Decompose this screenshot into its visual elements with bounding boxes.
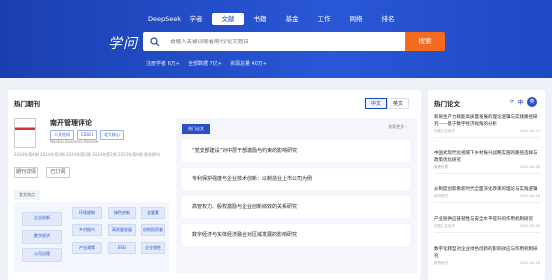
lang-en-button[interactable]: 英文 [387, 98, 409, 109]
journal-issues[interactable]: 2024年第4期 2024年第3期 2024年第2期 2024年第1期 2023… [14, 152, 160, 158]
journal-lang-toggle: 中文 英文 [365, 98, 409, 109]
nav-funds[interactable]: 基金 [276, 13, 308, 25]
search-input[interactable] [170, 38, 370, 45]
top-nav: DeepSeek 学者 文献 书籍 基金 工作 网络 排名 [148, 13, 404, 25]
paper-source: 财贸经济 [434, 261, 448, 265]
paper-date: 2024-03-30 [519, 224, 540, 228]
search-button[interactable]: 搜索 [405, 32, 445, 51]
paper-lang-toggle: ⟳ 中 英 [510, 97, 537, 107]
hot-paper-item[interactable]: 中国式现代化视域下乡村振兴战略实施的路径选择与政策优化研究 管理世界 2024-0… [434, 150, 540, 174]
nav-scholars[interactable]: 学者 [180, 13, 212, 25]
paper-title[interactable]: 从制度创新看新时代全面深化改革的理论与实践逻辑 [434, 186, 540, 193]
paper-title[interactable]: 中国式现代化视域下乡村振兴战略实施的路径选择与政策优化研究 [434, 150, 540, 164]
search-box [143, 32, 405, 51]
featured-paper-item[interactable]: 高管权力、股权激励与企业创新绩效的关系研究 [182, 196, 410, 218]
topic-tag[interactable]: 数字经济 [22, 230, 62, 244]
paper-date: 2024-03-18 [519, 261, 540, 265]
topic-tag[interactable]: 全要素 [141, 207, 165, 219]
hot-journals-title: 热门期刊 [14, 100, 40, 108]
divider [434, 232, 540, 233]
topic-tag[interactable]: 绿色创新 [108, 207, 136, 219]
hot-papers-panel: 热门论文 ⟳ 中 英 新质生产力赋能高质量发展的理论逻辑与实践路径研究——基于数… [428, 90, 545, 280]
topic-grid: 企业创新 数字经济 公司治理 环境规制 乡村振兴 产业政策 绿色创新 高质量发展… [14, 202, 169, 272]
paper-date: 2024-05-12 [519, 129, 540, 133]
hot-paper-item[interactable]: 数字化转型对企业绿色创新的影响效应与作用机制研究 财贸经济 2024-03-18 [434, 246, 540, 266]
site-logo[interactable]: 学问 [108, 33, 138, 53]
nav-books[interactable]: 书籍 [244, 13, 276, 25]
topic-tag[interactable]: ESG [108, 242, 136, 254]
paper-title[interactable]: 新质生产力赋能高质量发展的理论逻辑与实践路径研究——基于数字经济视角的分析 [434, 114, 540, 128]
paper-date: 2024-04-16 [519, 194, 540, 198]
paper-title[interactable]: 数字化转型对企业绿色创新的影响效应与作用机制研究 [434, 246, 540, 260]
journal-name[interactable]: 南开管理评论 [50, 118, 92, 128]
paper-source: 经济研究 [434, 194, 448, 198]
hot-topics-label: 发文热点 [14, 190, 40, 200]
nav-jobs[interactable]: 工作 [308, 13, 340, 25]
featured-papers: 热门论文 查看更多 › “党支部建设”对中层干部激励与约束的影响研究 专利保护强… [176, 118, 417, 273]
hot-papers-title: 热门论文 [434, 100, 460, 108]
refresh-icon[interactable]: ⟳ [510, 99, 514, 105]
topic-tag[interactable]: 产业政策 [72, 242, 102, 254]
lang-en-button[interactable]: 英 [527, 97, 537, 107]
divider [434, 173, 540, 174]
nav-deepseek[interactable]: DeepSeek [148, 13, 181, 25]
stat-resources: 资源总量 40万+ [229, 61, 268, 67]
featured-paper-item[interactable]: 专利保护强度与企业技术创新：以制造业上市公司为例 [182, 168, 410, 190]
journal-tag: 北大核心 [99, 130, 124, 140]
lang-zh-button[interactable]: 中文 [365, 98, 387, 109]
topic-tag[interactable]: 环境规制 [72, 207, 102, 219]
topic-tag[interactable]: 公司治理 [22, 248, 62, 262]
search-icon [150, 36, 160, 46]
journal-cover[interactable] [14, 118, 36, 148]
hot-paper-item[interactable]: 产业链供应链韧性与安全水平提升的作用机制研究 中国工业经济 2024-03-30 [434, 216, 540, 233]
topic-tag[interactable]: 乡村振兴 [72, 224, 102, 236]
journal-actions: 期刊详情 已订阅 [14, 167, 70, 178]
topic-tag[interactable]: 企业韧性 [141, 242, 165, 254]
paper-source: 中国工业经济 [434, 129, 455, 133]
journal-detail-button[interactable]: 期刊详情 [14, 167, 38, 178]
paper-title[interactable]: 产业链供应链韧性与安全水平提升的作用机制研究 [434, 216, 540, 223]
lang-zh-button[interactable]: 中 [518, 99, 523, 106]
topic-tag[interactable]: 企业创新 [22, 212, 62, 226]
view-more-link[interactable]: 查看更多 › [388, 124, 407, 130]
site-stats: 注册学者 6万+ 全部数据 7亿+ 资源总量 40万+ [146, 60, 267, 67]
hot-paper-item[interactable]: 从制度创新看新时代全面深化改革的理论与实践逻辑 经济研究 2024-04-16 [434, 186, 540, 203]
paper-source: 中国工业经济 [434, 224, 455, 228]
paper-source: 管理世界 [434, 165, 448, 169]
featured-paper-item[interactable]: “党支部建设”对中层干部激励与约束的影响研究 [182, 140, 410, 162]
paper-date: 2024-04-28 [519, 165, 540, 169]
stat-scholars: 注册学者 6万+ [146, 61, 180, 67]
nav-network[interactable]: 网络 [340, 13, 372, 25]
subscribe-button[interactable]: 已订阅 [46, 167, 70, 178]
divider [434, 202, 540, 203]
hot-paper-item[interactable]: 新质生产力赋能高质量发展的理论逻辑与实践路径研究——基于数字经济视角的分析 中国… [434, 114, 540, 138]
nav-ranking[interactable]: 排名 [372, 13, 404, 25]
featured-badge: 热门论文 [182, 124, 210, 134]
stat-data: 全部数据 7亿+ [187, 61, 222, 67]
featured-paper-item[interactable]: 数字经济与实体经济融合对区域发展的影响研究 [182, 224, 410, 246]
nav-literature[interactable]: 文献 [212, 13, 244, 25]
header-banner: DeepSeek 学者 文献 书籍 基金 工作 网络 排名 学问 搜索 注册学者… [0, 0, 552, 78]
hot-journals-panel: 热门期刊 中文 英文 南开管理评论 人文社科 CSSCI 北大核心 Nankai… [8, 90, 421, 280]
journal-english-name: Nankai Business Review [50, 139, 99, 144]
divider [434, 137, 540, 138]
topic-tag[interactable]: 高质量发展 [108, 224, 136, 236]
topic-tag[interactable]: 机构投资者 [141, 224, 165, 236]
